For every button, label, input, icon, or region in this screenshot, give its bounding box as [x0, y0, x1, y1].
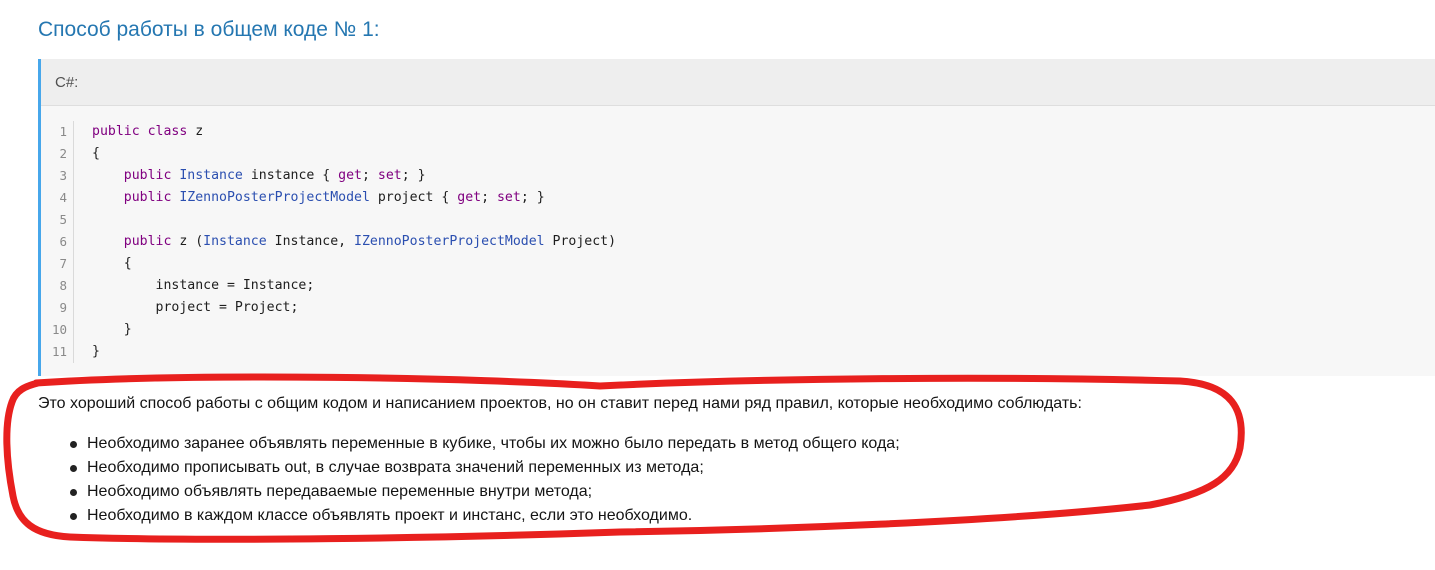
code-token: ; }	[520, 190, 545, 205]
line-number: 3	[41, 165, 74, 187]
code-line: 10 }	[41, 319, 1435, 341]
code-token: ;	[362, 168, 378, 183]
code-line: 2{	[41, 143, 1435, 165]
code-keyword: public	[123, 190, 172, 205]
code-token: project = Project;	[92, 300, 299, 315]
code-token: instance = Instance;	[92, 278, 315, 293]
code-text: }	[74, 319, 132, 341]
line-number: 1	[41, 121, 74, 143]
line-number: 4	[41, 187, 74, 209]
list-item-text: Необходимо заранее объявлять переменные …	[87, 435, 900, 452]
code-text: }	[74, 341, 100, 363]
code-token: z (	[171, 234, 204, 249]
intro-paragraph: Это хороший способ работы с общим кодом …	[38, 395, 1082, 412]
code-text: instance = Instance;	[74, 275, 315, 297]
code-keyword: public	[123, 234, 172, 249]
code-token: ; }	[401, 168, 426, 183]
bullet-icon	[70, 489, 77, 496]
code-token: ;	[481, 190, 497, 205]
code-line: 8 instance = Instance;	[41, 275, 1435, 297]
bullet-icon	[70, 513, 77, 520]
code-line: 3 public Instance instance { get; set; }	[41, 165, 1435, 187]
line-number: 2	[41, 143, 74, 165]
line-number: 6	[41, 231, 74, 253]
bullet-icon	[70, 465, 77, 472]
code-keyword: set	[377, 168, 402, 183]
code-keyword: public class	[92, 124, 188, 139]
line-number: 11	[41, 341, 74, 363]
list-item: Необходимо в каждом классе объявлять про…	[68, 504, 900, 528]
list-item-text: Необходимо в каждом классе объявлять про…	[87, 507, 693, 524]
list-item: Необходимо прописывать out, в случае воз…	[68, 456, 900, 480]
line-number: 8	[41, 275, 74, 297]
code-line: 1 public class z	[41, 121, 1435, 143]
explanation-text: Это хороший способ работы с общим кодом …	[38, 395, 1238, 524]
list-item-text: Необходимо прописывать out, в случае воз…	[87, 459, 704, 476]
code-body[interactable]: 1 public class z 2{3 public Instance insta…	[41, 121, 1435, 363]
code-line: 6 public z (Instance Instance, IZennoPos…	[41, 231, 1435, 253]
code-keyword: get	[338, 168, 362, 183]
code-token: project {	[369, 190, 458, 205]
code-line: 4 public IZennoPosterProjectModel projec…	[41, 187, 1435, 209]
code-text: public Instance instance { get; set; }	[74, 165, 426, 187]
bullet-icon	[70, 441, 77, 448]
code-type: Instance	[179, 168, 243, 183]
code-language-label: C#:	[41, 59, 1435, 106]
code-text: {	[74, 143, 100, 165]
code-token: Project)	[544, 234, 617, 249]
code-text: public z (Instance Instance, IZennoPoste…	[74, 231, 616, 253]
code-line: 9 project = Project;	[41, 297, 1435, 319]
code-type: IZennoPosterProjectModel	[179, 190, 370, 205]
line-number: 5	[41, 209, 74, 231]
code-token: z	[187, 124, 204, 139]
code-text: public class z	[74, 121, 203, 143]
line-number: 10	[41, 319, 74, 341]
code-line: 7 {	[41, 253, 1435, 275]
code-token: }	[92, 322, 132, 337]
code-keyword: set	[496, 190, 521, 205]
section-heading: Способ работы в общем коде № 1:	[38, 18, 380, 41]
code-text: public IZennoPosterProjectModel project …	[74, 187, 545, 209]
code-token: Instance,	[266, 234, 355, 249]
code-text: project = Project;	[74, 297, 299, 319]
code-line: 11}	[41, 341, 1435, 363]
rules-list: Необходимо заранее объявлять переменные …	[68, 432, 900, 528]
line-number: 9	[41, 297, 74, 319]
code-type: Instance	[203, 234, 267, 249]
code-token: instance {	[242, 168, 339, 183]
list-item: Необходимо объявлять передаваемые переме…	[68, 480, 900, 504]
list-item-text: Необходимо объявлять передаваемые переме…	[87, 483, 593, 500]
code-token: }	[92, 344, 100, 359]
list-item: Необходимо заранее объявлять переменные …	[68, 432, 900, 456]
code-token: {	[92, 146, 100, 161]
code-token: {	[92, 256, 132, 271]
code-block: C#: 1 public class z 2{3 public Instance i…	[38, 59, 1435, 376]
code-text: {	[74, 253, 132, 275]
code-line: 5	[41, 209, 1435, 231]
code-keyword: public	[123, 168, 172, 183]
code-keyword: get	[457, 190, 482, 205]
line-number: 7	[41, 253, 74, 275]
code-type: IZennoPosterProjectModel	[354, 234, 545, 249]
